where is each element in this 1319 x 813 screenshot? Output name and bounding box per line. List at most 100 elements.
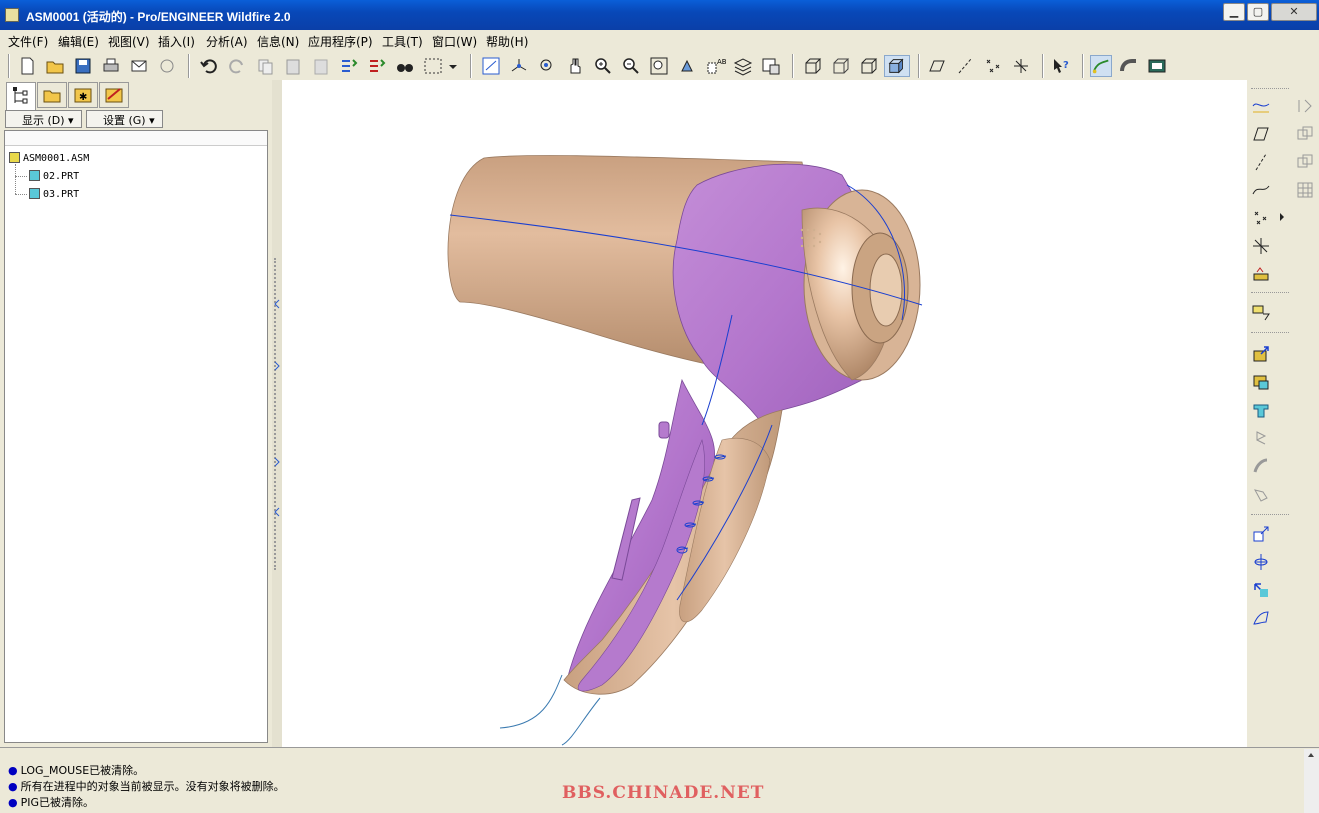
paste-special-icon[interactable] [310,55,332,77]
datum-point-icon[interactable] [1251,208,1271,228]
repeat-icon[interactable] [1251,524,1271,544]
menu-help[interactable]: 帮助(H) [486,33,528,50]
create-component-icon[interactable] [1251,372,1271,392]
model-tree-icon [13,87,28,104]
main-toolbar: AB ? [0,50,1319,80]
pipe-route-icon[interactable] [1118,55,1140,77]
collapse-arrow-icon[interactable] [273,298,281,310]
datum-axis-display-icon[interactable] [508,55,530,77]
saved-views-icon[interactable]: AB [704,55,726,77]
sketch-tool-icon[interactable] [1251,96,1271,116]
coordinate-system-icon[interactable] [1251,236,1271,256]
send-mail-icon[interactable] [128,55,150,77]
view-manager-icon[interactable] [760,55,782,77]
hidden-line-icon[interactable] [830,55,852,77]
datum-point-toggle-icon[interactable] [982,55,1004,77]
command-window-icon[interactable] [1146,55,1168,77]
tab-favorites[interactable]: ✱ [68,82,98,108]
tab-model-tree[interactable] [6,82,36,110]
expand-arrow-icon[interactable] [273,360,281,372]
blend-icon[interactable] [1251,484,1271,504]
package-icon[interactable] [1251,580,1271,600]
menu-analysis[interactable]: 分析(A) [206,33,248,50]
hair-dryer-model[interactable] [282,80,1247,747]
close-button[interactable]: ✕ [1271,3,1317,21]
maximize-button[interactable]: ▢ [1247,3,1269,21]
tree-item-part[interactable]: 02.PRT [29,170,79,182]
pattern-icon[interactable] [1295,180,1315,200]
title-bar: ASM0001 (活动的) - Pro/ENGINEER Wildfire 2.… [0,0,1319,30]
wireframe-icon[interactable] [802,55,824,77]
menu-view[interactable]: 视图(V) [108,33,150,50]
regenerate-icon[interactable] [338,55,360,77]
regen-manager-icon[interactable] [366,55,388,77]
menu-tools[interactable]: 工具(T) [382,33,423,50]
tab-folder-browser[interactable] [37,82,67,108]
tree-item-assembly[interactable]: ASM0001.ASM [9,152,89,164]
model-tree-toggle-icon[interactable] [480,55,502,77]
tree-connector [15,164,16,194]
merge-icon[interactable] [1295,124,1315,144]
app-icon [5,8,19,22]
mirror-icon[interactable] [1295,96,1315,116]
tab-connections[interactable] [99,82,129,108]
undo-icon[interactable] [198,55,220,77]
chevron-down-icon[interactable] [446,55,460,77]
extrude-icon[interactable] [1251,400,1271,420]
datum-plane-icon[interactable] [1251,124,1271,144]
show-dropdown[interactable]: 显示 (D) ▾ [5,110,82,128]
datum-axis-toggle-icon[interactable] [954,55,976,77]
chevron-right-icon[interactable] [1279,212,1285,222]
datum-plane-display-icon[interactable] [926,55,948,77]
datum-curve-icon[interactable] [1251,180,1271,200]
annotation-icon[interactable] [1251,302,1271,322]
menu-insert[interactable]: 插入(I) [158,33,195,50]
layers-icon[interactable] [732,55,754,77]
coordinate-system-toggle-icon[interactable] [1010,55,1032,77]
find-binoculars-icon[interactable] [394,55,416,77]
menu-file[interactable]: 文件(F) [8,33,48,50]
message-scrollbar[interactable] [1304,749,1319,813]
menu-info[interactable]: 信息(N) [257,33,299,50]
context-help-icon[interactable]: ? [1050,55,1072,77]
shading-icon[interactable] [884,55,910,77]
surface-icon[interactable] [1251,608,1271,628]
new-file-icon[interactable] [16,55,38,77]
explode-icon[interactable] [1251,552,1271,572]
sweep-icon[interactable] [1251,456,1271,476]
print-icon[interactable] [100,55,122,77]
sketch-curve-icon[interactable] [1090,55,1112,77]
revolve-icon[interactable] [1251,428,1271,448]
assemble-component-icon[interactable] [1251,344,1271,364]
analysis-feature-icon[interactable] [1251,264,1271,284]
save-icon[interactable] [72,55,94,77]
spin-center-icon[interactable] [536,55,558,77]
tree-item-part[interactable]: 03.PRT [29,188,79,200]
paste-icon[interactable] [282,55,304,77]
copy-icon[interactable] [254,55,276,77]
scroll-up-icon[interactable] [1304,749,1319,761]
graphics-window[interactable] [282,80,1247,747]
open-folder-icon[interactable] [44,55,66,77]
panel-splitter[interactable] [272,80,282,747]
menu-applications[interactable]: 应用程序(P) [308,33,373,50]
zoom-in-icon[interactable] [592,55,614,77]
zoom-out-icon[interactable] [620,55,642,77]
menu-window[interactable]: 窗口(W) [432,33,477,50]
settings-dropdown[interactable]: 设置 (G) ▾ [86,110,163,128]
pan-hand-icon[interactable] [564,55,586,77]
reorient-icon[interactable] [676,55,698,77]
no-hidden-icon[interactable] [858,55,880,77]
menu-edit[interactable]: 编辑(E) [58,33,99,50]
expand-arrow-icon[interactable] [273,456,281,468]
selection-box-icon[interactable] [422,55,444,77]
send-link-icon[interactable] [156,55,178,77]
redo-icon[interactable] [226,55,248,77]
refit-icon[interactable] [648,55,670,77]
message-line: ● PIG已被清除。 [8,794,94,810]
minimize-button[interactable]: ▁ [1223,3,1245,21]
datum-axis-icon[interactable] [1251,152,1271,172]
intersect-icon[interactable] [1295,152,1315,172]
side-button[interactable] [658,421,670,439]
collapse-arrow-icon[interactable] [273,506,281,518]
